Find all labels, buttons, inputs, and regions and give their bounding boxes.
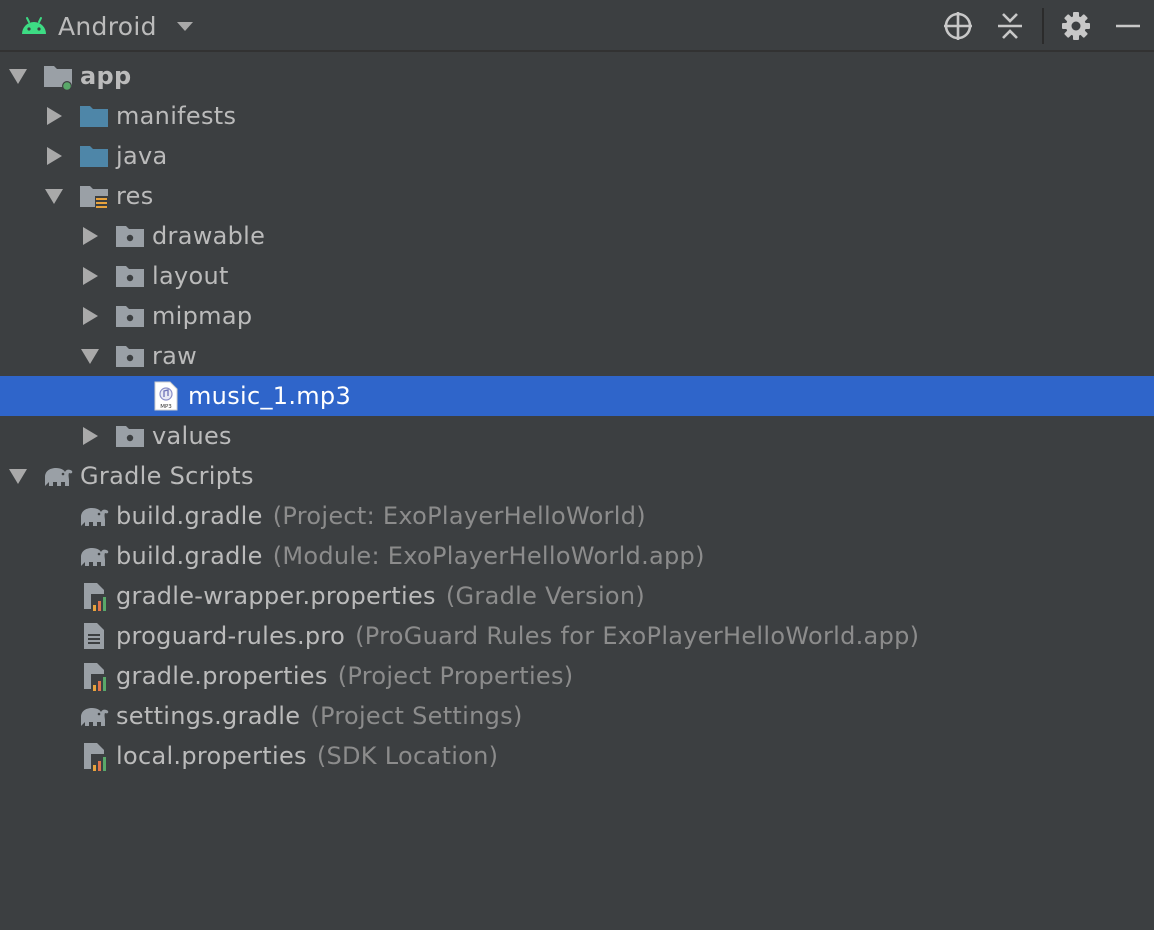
collapse-all-icon[interactable] [992, 8, 1028, 44]
resources-folder-icon [78, 180, 110, 212]
tree-node-build-gradle-project[interactable]: build.gradle (Project: ExoPlayerHelloWorl… [0, 496, 1154, 536]
gradle-icon [78, 540, 110, 572]
tree-node-label: layout [152, 262, 229, 290]
tree-node-java[interactable]: java [0, 136, 1154, 176]
minimize-icon[interactable] [1110, 8, 1146, 44]
collapsed-arrow-icon[interactable] [80, 306, 100, 326]
package-folder-icon [114, 340, 146, 372]
tree-node-hint: (Module: ExoPlayerHelloWorld.app) [272, 542, 705, 570]
tree-node-label: values [152, 422, 232, 450]
properties-icon [78, 660, 110, 692]
folder-icon [78, 140, 110, 172]
tree-node-label: manifests [116, 102, 237, 130]
expanded-arrow-icon[interactable] [8, 466, 28, 486]
tree-node-label: build.gradle [116, 502, 263, 530]
tree-node-label: raw [152, 342, 198, 370]
tree-node-proguard-rules[interactable]: proguard-rules.pro (ProGuard Rules for Ex… [0, 616, 1154, 656]
mp3-file-icon [150, 380, 182, 412]
tree-node-app[interactable]: app [0, 56, 1154, 96]
tree-node-layout[interactable]: layout [0, 256, 1154, 296]
package-folder-icon [114, 260, 146, 292]
module-folder-icon [42, 60, 74, 92]
folder-icon [78, 100, 110, 132]
tree-node-gradle-properties[interactable]: gradle.properties (Project Properties) [0, 656, 1154, 696]
package-folder-icon [114, 300, 146, 332]
tree-node-hint: (Project Settings) [310, 702, 523, 730]
tree-node-label: music_1.mp3 [188, 382, 352, 410]
properties-icon [78, 740, 110, 772]
tree-node-mipmap[interactable]: mipmap [0, 296, 1154, 336]
tree-node-label: mipmap [152, 302, 253, 330]
collapsed-arrow-icon[interactable] [44, 106, 64, 126]
expanded-arrow-icon[interactable] [80, 346, 100, 366]
tree-node-raw[interactable]: raw [0, 336, 1154, 376]
tree-node-label: local.properties [116, 742, 307, 770]
tree-node-local-properties[interactable]: local.properties (SDK Location) [0, 736, 1154, 776]
project-tool-window: Android app manifests java res drawable … [0, 0, 1154, 930]
tree-node-drawable[interactable]: drawable [0, 216, 1154, 256]
tree-node-label: java [116, 142, 168, 170]
tree-node-build-gradle-module[interactable]: build.gradle (Module: ExoPlayerHelloWorld… [0, 536, 1154, 576]
tree-node-label: settings.gradle [116, 702, 301, 730]
tree-node-music-file[interactable]: music_1.mp3 [0, 376, 1154, 416]
tree-node-label: build.gradle [116, 542, 263, 570]
gradle-icon [78, 500, 110, 532]
dropdown-caret-icon[interactable] [173, 14, 197, 38]
tool-window-header: Android [0, 0, 1154, 52]
package-folder-icon [114, 220, 146, 252]
tree-node-label: app [80, 62, 132, 90]
properties-icon [78, 580, 110, 612]
gradle-icon [78, 700, 110, 732]
android-icon [22, 17, 46, 34]
tree-node-label: gradle.properties [116, 662, 328, 690]
expanded-arrow-icon[interactable] [8, 66, 28, 86]
tree-node-settings-gradle[interactable]: settings.gradle (Project Settings) [0, 696, 1154, 736]
gradle-icon [42, 460, 74, 492]
tree-node-manifests[interactable]: manifests [0, 96, 1154, 136]
expanded-arrow-icon[interactable] [44, 186, 64, 206]
tree-node-label: Gradle Scripts [80, 462, 254, 490]
gear-icon[interactable] [1058, 8, 1094, 44]
locate-icon[interactable] [940, 8, 976, 44]
tree-node-hint: (SDK Location) [316, 742, 499, 770]
tree-node-label: proguard-rules.pro [116, 622, 346, 650]
tree-node-hint: (Gradle Version) [445, 582, 646, 610]
project-view-label: Android [58, 11, 157, 41]
tree-node-res[interactable]: res [0, 176, 1154, 216]
tree-node-values[interactable]: values [0, 416, 1154, 456]
collapsed-arrow-icon[interactable] [80, 226, 100, 246]
tree-node-gradle-wrapper-properties[interactable]: gradle-wrapper.properties (Gradle Version… [0, 576, 1154, 616]
tree-node-hint: (Project Properties) [337, 662, 574, 690]
tree-node-label: drawable [152, 222, 266, 250]
collapsed-arrow-icon[interactable] [80, 426, 100, 446]
text-file-icon [78, 620, 110, 652]
collapsed-arrow-icon[interactable] [44, 146, 64, 166]
tree-node-label: gradle-wrapper.properties [116, 582, 436, 610]
package-folder-icon [114, 420, 146, 452]
collapsed-arrow-icon[interactable] [80, 266, 100, 286]
tree-node-hint: (ProGuard Rules for ExoPlayerHelloWorld.… [355, 622, 920, 650]
tree-node-label: res [116, 182, 154, 210]
project-view-selector[interactable]: Android [18, 0, 197, 52]
toolbar-separator [1042, 8, 1044, 44]
tree-node-gradle-scripts[interactable]: Gradle Scripts [0, 456, 1154, 496]
tree-node-hint: (Project: ExoPlayerHelloWorld) [272, 502, 646, 530]
